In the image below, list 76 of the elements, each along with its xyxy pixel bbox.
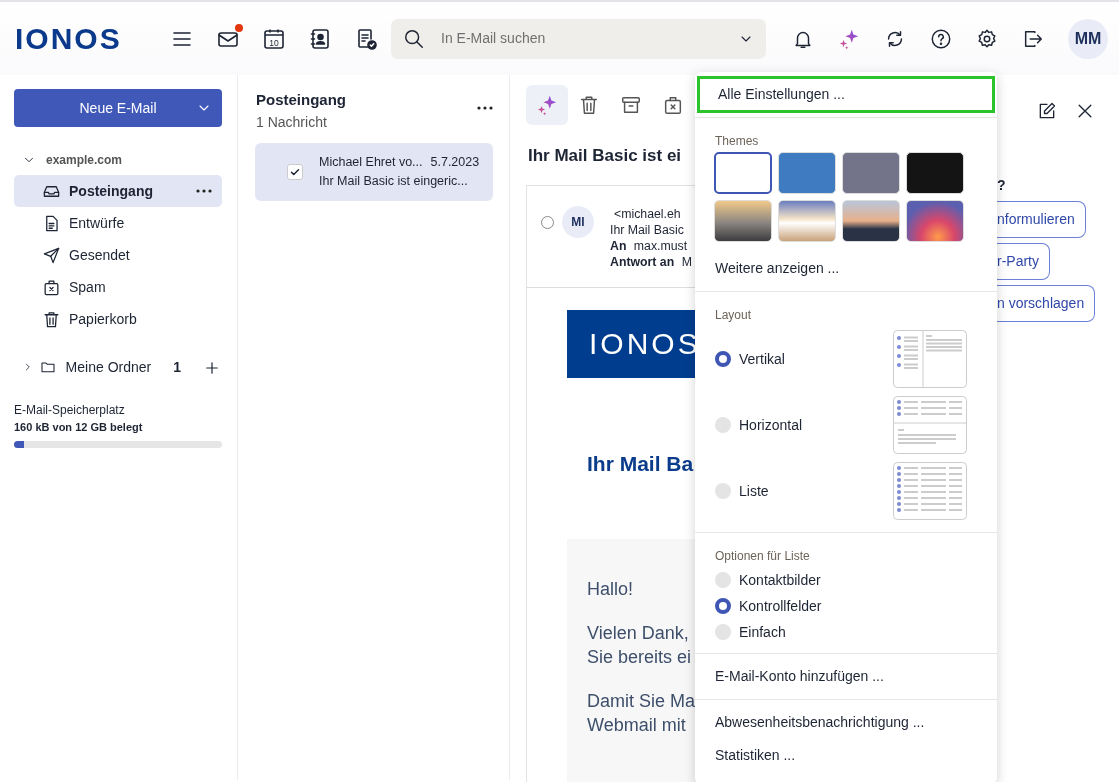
more-icon[interactable]	[477, 106, 493, 111]
folder-item[interactable]: Entwürfe	[14, 207, 222, 239]
date: 5.7.2023	[430, 153, 480, 171]
trash-icon	[42, 309, 61, 329]
photo-placeholder[interactable]	[714, 200, 772, 242]
help-icon[interactable]	[930, 27, 952, 50]
menu-item[interactable]: Weitere anzeigen ...	[695, 250, 997, 287]
radio-button[interactable]	[715, 417, 731, 433]
option-label[interactable]: Kontaktbilder	[739, 569, 821, 591]
email-heading: Ihr Mail Ba	[587, 450, 695, 477]
settings-icon[interactable]	[976, 27, 998, 50]
contacts-icon[interactable]	[308, 26, 332, 51]
to-label: An	[610, 238, 627, 253]
paragraph: Hallo!	[587, 578, 634, 601]
option-label[interactable]: Horizontal	[739, 414, 803, 436]
edit-icon[interactable]	[1037, 101, 1057, 121]
message-item[interactable]: Michael Ehret vo... 5.7.2023 Ihr Mail Basic ist eingeric...	[255, 142, 493, 201]
radio-button[interactable]	[715, 483, 731, 499]
folder-item[interactable]: Spam	[14, 271, 222, 303]
logo-banner: IONOS	[567, 309, 695, 378]
new-email-button[interactable]: Neue E-Mail	[14, 89, 222, 127]
spam-icon[interactable]	[662, 94, 684, 116]
theme-swatch[interactable]	[714, 152, 772, 194]
more-icon[interactable]	[196, 189, 212, 193]
section-label: Optionen für Liste	[714, 548, 811, 565]
folder-count: 1	[173, 357, 181, 377]
option-label[interactable]: Vertikal	[739, 348, 785, 370]
paragraph: Damit Sie Ma Webmail mit	[587, 690, 696, 737]
list-title: Posteingang	[256, 90, 346, 110]
radio-button[interactable]	[715, 572, 731, 588]
sparkle-icon[interactable]	[536, 94, 558, 116]
section-label: Layout	[714, 307, 753, 324]
checkbox[interactable]	[287, 163, 303, 180]
message-count: 1 Nachricht	[256, 112, 328, 132]
paragraph: Vielen Dank, Sie bereits ei	[587, 622, 692, 669]
subject: Ihr Mail Basic ist eingeric...	[319, 172, 469, 190]
sender-address: <michael.eh	[614, 205, 682, 222]
section-label: Themes	[714, 133, 760, 150]
photo-placeholder[interactable]	[842, 200, 900, 242]
archive-icon[interactable]	[620, 94, 642, 116]
storage-label: E-Mail-Speicherplatz	[14, 402, 126, 419]
folder-item[interactable]: Papierkorb	[14, 303, 222, 335]
reply-to: M	[681, 254, 692, 269]
search-field[interactable]: In E-Mail suchen	[439, 27, 738, 50]
logo[interactable]: IONOS	[15, 23, 143, 54]
suggestion-button[interactable]: nformulieren	[997, 201, 1086, 238]
folder-label[interactable]: Meine Ordner	[65, 356, 152, 378]
suggestion-button[interactable]: r-Party	[997, 243, 1050, 280]
reply-to-label: Antwort an	[610, 254, 675, 269]
sender-avatar: MI	[562, 205, 594, 238]
user-avatar[interactable]: MM	[1068, 18, 1108, 59]
option-label[interactable]: Einfach	[739, 621, 786, 643]
search-bar[interactable]: In E-Mail suchen	[391, 18, 766, 59]
send-icon	[42, 245, 61, 265]
radio-button[interactable]	[715, 351, 731, 367]
suggestion-button[interactable]: n vorschlagen	[997, 285, 1096, 322]
search-icon	[403, 27, 425, 50]
option-label[interactable]: Liste	[739, 480, 769, 502]
sender: Michael Ehret vo...	[319, 153, 423, 171]
storage-usage: 160 kB von 12 GB belegt	[14, 420, 144, 435]
trash-icon[interactable]	[578, 94, 600, 116]
option-label[interactable]: Kontrollfelder	[739, 595, 822, 617]
folder-item[interactable]: Gesendet	[14, 239, 222, 271]
radio-button[interactable]	[715, 624, 731, 640]
menu-item[interactable]: Abwesenheitsbenachrichtigung ...	[695, 704, 997, 741]
menu-item[interactable]: E-Mail-Konto hinzufügen ...	[695, 658, 997, 695]
radio-button[interactable]	[715, 598, 731, 614]
menu-item[interactable]: Alle Einstellungen ...	[697, 76, 995, 113]
photo-placeholder[interactable]	[906, 200, 964, 242]
email-preview: Ihr Mail Basic	[610, 221, 685, 238]
email-subject: Ihr Mail Basic ist ei	[528, 145, 683, 167]
question-text: ?	[997, 176, 1007, 195]
account-name[interactable]: example.com	[46, 151, 123, 169]
menu-item[interactable]: Statistiken ...	[695, 741, 997, 774]
folder-item[interactable]: Posteingang	[14, 175, 222, 207]
recipient: max.must	[633, 238, 688, 253]
